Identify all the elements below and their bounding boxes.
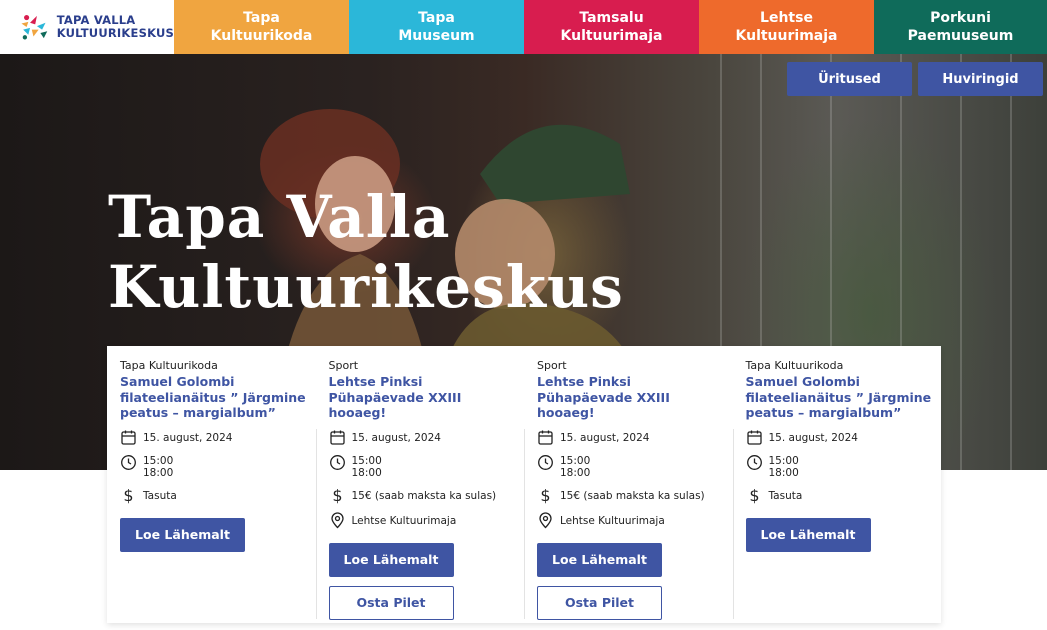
logo-mark-icon [21,14,48,40]
event-price-row: $ 15€ (saab maksta ka sulas) [537,487,725,504]
dollar-icon: $ [123,487,133,504]
event-title[interactable]: Lehtse Pinksi Pühapäevade XXIII hooaeg! [329,374,517,421]
events-button[interactable]: Üritused [787,62,912,96]
nav-tab-label: Tapa Muuseum [398,10,475,44]
buy-ticket-button[interactable]: Osta Pilet [328,585,454,620]
nav-tab-tapa-kultuurikoda[interactable]: Tapa Kultuurikoda [174,0,349,54]
event-price: Tasuta [143,489,177,502]
event-time-row: 15:00 18:00 [329,454,517,479]
event-location-row: Lehtse Kultuurimaja [329,511,517,529]
read-more-button[interactable]: Loe Lähemalt [745,517,871,552]
event-date-row: 15. august, 2024 [537,429,725,446]
event-date: 15. august, 2024 [351,431,441,444]
event-date-row: 15. august, 2024 [120,429,308,446]
event-time: 15:00 18:00 [560,454,591,479]
nav-tab-label: Lehtse Kultuurimaja [735,10,838,44]
top-navigation: TAPA VALLA KULTUURIKESKUS Tapa Kultuurik… [0,0,1047,54]
event-time-row: 15:00 18:00 [537,454,725,479]
event-time: 15:00 18:00 [351,454,382,479]
nav-tab-label: Porkuni Paemuuseum [907,10,1014,44]
event-price-row: $ Tasuta [746,487,934,504]
events-panel: Tapa Kultuurikoda Samuel Golombi filatee… [107,346,941,623]
nav-tab-tamsalu-kultuurimaja[interactable]: Tamsalu Kultuurimaja [524,0,699,54]
svg-text:$: $ [540,487,550,504]
event-date: 15. august, 2024 [768,431,858,444]
event-price: Tasuta [768,489,803,502]
event-card: Sport Lehtse Pinksi Pühapäevade XXIII ho… [315,359,525,623]
read-more-button[interactable]: Loe Lähemalt [537,542,662,577]
event-time: 15:00 18:00 [768,454,799,479]
clock-icon [329,454,345,470]
calendar-icon [329,430,345,445]
event-price: 15€ (saab maksta ka sulas) [351,489,497,502]
event-time-row: 15:00 18:00 [746,454,934,479]
nav-tab-porkuni-paemuuseum[interactable]: Porkuni Paemuuseum [874,0,1047,54]
event-price-row: $ Tasuta [120,487,308,504]
read-more-button[interactable]: Loe Lähemalt [328,542,454,577]
clock-icon [746,454,762,470]
read-more-button[interactable]: Loe Lähemalt [120,517,245,552]
event-card: Tapa Kultuurikoda Samuel Golombi filatee… [107,359,316,623]
dollar-icon: $ [749,487,759,504]
event-category: Sport [328,359,359,372]
calendar-icon [746,430,762,445]
svg-text:$: $ [749,487,759,504]
event-price: 15€ (saab maksta ka sulas) [560,489,705,502]
curtain-fold [960,54,962,470]
event-category: Sport [537,359,567,372]
event-date-row: 15. august, 2024 [329,429,517,446]
event-title[interactable]: Lehtse Pinksi Pühapäevade XXIII hooaeg! [537,374,725,421]
event-price-row: $ 15€ (saab maksta ka sulas) [329,487,517,504]
event-location-row: Lehtse Kultuurimaja [537,511,725,529]
event-date: 15. august, 2024 [143,431,233,444]
curtain-fold [1010,54,1012,470]
dollar-icon: $ [540,487,550,504]
dollar-icon: $ [332,487,342,504]
event-card: Tapa Kultuurikoda Samuel Golombi filatee… [732,359,942,623]
event-location: Lehtse Kultuurimaja [560,514,665,527]
event-category: Tapa Kultuurikoda [120,359,218,372]
page: TAPA VALLA KULTUURIKESKUS Tapa Kultuurik… [0,0,1047,630]
event-time-row: 15:00 18:00 [120,454,308,479]
event-category: Tapa Kultuurikoda [745,359,844,372]
location-pin-icon [330,511,344,528]
calendar-icon [121,430,136,445]
calendar-icon [538,430,553,445]
logo-line-2: KULTUURIKESKUS [56,26,174,40]
site-logo[interactable]: TAPA VALLA KULTUURIKESKUS [0,0,174,54]
nav-tab-lehtse-kultuurimaja[interactable]: Lehtse Kultuurimaja [699,0,874,54]
event-date: 15. august, 2024 [560,431,650,444]
event-date-row: 15. august, 2024 [746,429,934,446]
location-pin-icon [539,511,552,528]
nav-tab-label: Tamsalu Kultuurimaja [560,10,663,44]
nav-tab-tapa-muuseum[interactable]: Tapa Muuseum [349,0,524,54]
event-title[interactable]: Samuel Golombi filateelianäitus ” Järgmi… [120,374,308,421]
buy-ticket-button[interactable]: Osta Pilet [537,585,662,620]
event-card: Sport Lehtse Pinksi Pühapäevade XXIII ho… [524,359,733,623]
event-location: Lehtse Kultuurimaja [351,514,457,527]
nav-tab-label: Tapa Kultuurikoda [210,10,313,44]
hero-title: Tapa Valla Kultuurikeskus [108,183,624,321]
svg-text:$: $ [332,487,342,504]
svg-text:$: $ [123,487,133,504]
clock-icon [538,454,553,470]
event-time: 15:00 18:00 [143,454,174,479]
clock-icon [121,454,136,470]
hobby-groups-button[interactable]: Huviringid [918,62,1043,96]
event-title[interactable]: Samuel Golombi filateelianäitus ” Järgmi… [746,374,934,421]
